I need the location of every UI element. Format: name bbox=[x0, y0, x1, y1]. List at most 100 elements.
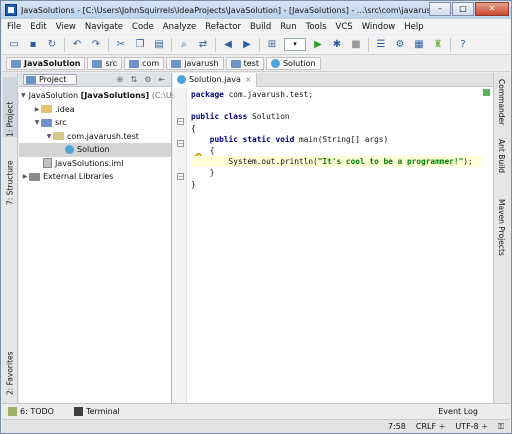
tree-node-external-libraries[interactable]: ▶ External Libraries bbox=[19, 170, 171, 184]
title-bar[interactable]: JavaSolutions - [C:\Users\JohnSquirrels\… bbox=[1, 1, 511, 19]
structure-icon[interactable]: ☰ bbox=[374, 38, 388, 52]
tree-node-idea[interactable]: ▶ .idea bbox=[19, 103, 171, 117]
tree-node-solution[interactable]: Solution bbox=[19, 143, 171, 157]
expand-arrow-icon[interactable]: ▼ bbox=[45, 133, 53, 140]
tab-solution-java[interactable]: Solution.java × bbox=[173, 72, 257, 87]
tab-ant-build[interactable]: Ant Build bbox=[497, 139, 506, 173]
collapse-all-icon[interactable]: ⇅ bbox=[128, 74, 139, 85]
minimize-button[interactable]: – bbox=[429, 2, 451, 16]
menu-file[interactable]: File bbox=[7, 22, 21, 32]
tab-structure[interactable]: 7: Structure bbox=[3, 143, 17, 205]
copy-icon[interactable]: ❐ bbox=[133, 38, 147, 52]
menu-analyze[interactable]: Analyze bbox=[163, 22, 197, 32]
editor-gutter[interactable] bbox=[173, 88, 187, 403]
code-editor[interactable]: package com.javarush.test; public class … bbox=[191, 89, 481, 190]
breadcrumb-solution[interactable]: Solution bbox=[265, 57, 321, 70]
breadcrumb-javarush[interactable]: javarush bbox=[166, 57, 224, 70]
editor-tab-bar: Solution.java × bbox=[173, 72, 493, 87]
menu-edit[interactable]: Edit bbox=[30, 22, 46, 32]
folder-open-icon[interactable]: ▭ bbox=[7, 38, 21, 52]
expand-arrow-icon[interactable]: ▼ bbox=[21, 92, 26, 99]
event-log-button[interactable]: Event Log bbox=[438, 407, 478, 416]
folder-icon bbox=[230, 59, 241, 68]
undo-icon[interactable]: ↶ bbox=[70, 38, 84, 52]
breadcrumb-project[interactable]: JavaSolution bbox=[6, 57, 86, 70]
line-separator-selector[interactable]: CRLF ÷ bbox=[416, 422, 445, 431]
tree-node-iml[interactable]: JavaSolutions.iml bbox=[19, 157, 171, 171]
replace-icon[interactable]: ⇄ bbox=[196, 38, 210, 52]
make-icon[interactable]: ⊞ bbox=[265, 38, 279, 52]
menu-help[interactable]: Help bbox=[404, 22, 423, 32]
run-icon[interactable]: ▶ bbox=[311, 38, 325, 52]
expand-arrow-icon[interactable]: ▼ bbox=[33, 119, 41, 126]
maximize-button[interactable]: □ bbox=[452, 2, 474, 16]
stop-icon[interactable]: ■ bbox=[349, 38, 363, 52]
menu-code[interactable]: Code bbox=[132, 22, 154, 32]
project-tree: ▼ JavaSolution [JavaSolutions] (C:\Us ▶ … bbox=[19, 87, 176, 184]
close-tab-icon[interactable]: × bbox=[245, 75, 252, 84]
tree-node-project[interactable]: ▼ JavaSolution [JavaSolutions] (C:\Us bbox=[19, 89, 176, 103]
cut-icon[interactable]: ✂ bbox=[114, 38, 128, 52]
folder-icon bbox=[41, 105, 52, 114]
code-line-3: public class Solution bbox=[191, 112, 290, 122]
fold-marker-icon[interactable]: − bbox=[177, 118, 184, 125]
toolbar-separator bbox=[450, 37, 451, 52]
main-toolbar: ▭ ▪ ↻ ↶ ↷ ✂ ❐ ▤ ⌕ ⇄ ◀ ▶ ⊞ ▾ ▶ ✱ ■ ☰ ⚙ ▦ … bbox=[2, 35, 510, 55]
menu-vcs[interactable]: VCS bbox=[336, 22, 353, 32]
menu-view[interactable]: View bbox=[56, 22, 76, 32]
terminal-tool-button[interactable]: Terminal bbox=[73, 406, 120, 416]
breadcrumb-label: src bbox=[105, 59, 118, 68]
encoding-selector[interactable]: UTF-8 ÷ bbox=[455, 422, 488, 431]
scroll-from-source-icon[interactable]: ⊕ bbox=[114, 74, 125, 85]
intellij-app-icon bbox=[5, 4, 17, 16]
close-button[interactable]: ✕ bbox=[475, 2, 509, 16]
expand-arrow-icon[interactable]: ▶ bbox=[21, 173, 29, 180]
lock-icon[interactable]: ⚿ bbox=[498, 422, 504, 432]
sync-icon[interactable]: ↻ bbox=[45, 38, 59, 52]
tree-node-src[interactable]: ▼ src bbox=[19, 116, 171, 130]
tree-node-package[interactable]: ▼ com.javarush.test bbox=[19, 130, 171, 144]
debug-icon[interactable]: ✱ bbox=[330, 38, 344, 52]
menu-refactor[interactable]: Refactor bbox=[205, 22, 241, 32]
todo-tool-button[interactable]: 6: TODO bbox=[8, 406, 54, 416]
breadcrumb-src[interactable]: src bbox=[87, 57, 123, 70]
android-icon[interactable]: ♜ bbox=[431, 38, 445, 52]
settings-icon[interactable]: ⚙ bbox=[393, 38, 407, 52]
save-icon[interactable]: ▪ bbox=[26, 38, 40, 52]
menu-window[interactable]: Window bbox=[362, 22, 396, 32]
fold-marker-icon[interactable]: − bbox=[177, 140, 184, 147]
redo-icon[interactable]: ↷ bbox=[89, 38, 103, 52]
tab-favorites[interactable]: 2: Favorites bbox=[3, 339, 17, 395]
forward-icon[interactable]: ▶ bbox=[240, 38, 254, 52]
right-tool-strip: Commander Ant Build Maven Projects bbox=[493, 73, 511, 403]
inspection-ok-icon[interactable] bbox=[483, 89, 490, 96]
help-icon[interactable]: ? bbox=[456, 38, 470, 52]
menu-bar: File Edit View Navigate Code Analyze Ref… bbox=[2, 19, 510, 34]
tab-commander[interactable]: Commander bbox=[497, 79, 506, 125]
project-panel: Project ⊕ ⇅ ⚙ ⇤ ▼ JavaSolution [JavaSolu… bbox=[19, 73, 176, 403]
menu-tools[interactable]: Tools bbox=[306, 22, 327, 32]
breadcrumb-com[interactable]: com bbox=[124, 57, 165, 70]
back-icon[interactable]: ◀ bbox=[221, 38, 235, 52]
expand-arrow-icon[interactable]: ▶ bbox=[33, 106, 41, 113]
breadcrumb-test[interactable]: test bbox=[225, 57, 264, 70]
fold-marker-icon[interactable]: − bbox=[177, 173, 184, 180]
toolbar-separator bbox=[259, 37, 260, 52]
hide-panel-icon[interactable]: ⇤ bbox=[156, 74, 167, 85]
tab-maven-projects[interactable]: Maven Projects bbox=[497, 199, 506, 256]
find-icon[interactable]: ⌕ bbox=[177, 38, 191, 52]
menu-build[interactable]: Build bbox=[250, 22, 271, 32]
toolbar-separator bbox=[171, 37, 172, 52]
tree-node-module: [JavaSolutions] bbox=[80, 91, 150, 101]
paste-icon[interactable]: ▤ bbox=[152, 38, 166, 52]
project-panel-header: Project ⊕ ⇅ ⚙ ⇤ bbox=[19, 73, 171, 87]
menu-navigate[interactable]: Navigate bbox=[85, 22, 123, 32]
menu-run[interactable]: Run bbox=[280, 22, 296, 32]
tab-project[interactable]: 1: Project bbox=[3, 77, 17, 137]
caret-position[interactable]: 7:58 bbox=[388, 422, 406, 431]
project-structure-icon[interactable]: ▦ bbox=[412, 38, 426, 52]
tab-maven-label: Maven Projects bbox=[497, 199, 506, 256]
run-config-combo[interactable]: ▾ bbox=[284, 38, 306, 51]
project-view-combo[interactable]: Project bbox=[23, 74, 78, 85]
gear-icon[interactable]: ⚙ bbox=[142, 74, 153, 85]
